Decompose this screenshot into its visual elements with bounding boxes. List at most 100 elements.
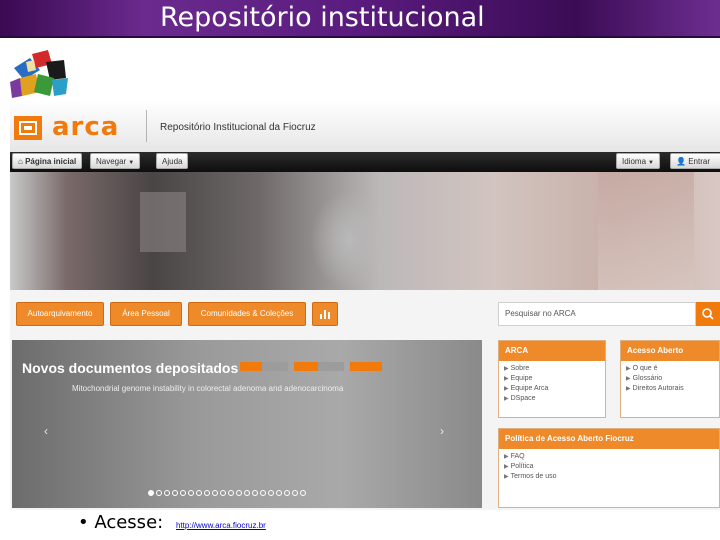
arca-panel-title: ARCA [499, 341, 605, 361]
arca-panel: ARCA ▶ Sobre ▶ Equipe ▶ Equipe Arca ▶ DSpace [498, 340, 606, 418]
arca-link-item[interactable]: ▶ DSpace [504, 394, 605, 404]
cube-collage-logo [10, 50, 68, 98]
slide-title: Repositório institucional [160, 2, 485, 33]
site-header: arca Repositório Institucional da Fiocru… [10, 100, 720, 152]
triangle-right-icon: ▶ [626, 366, 631, 372]
communities-collections-button[interactable]: Comunidades & Coleções [188, 302, 306, 326]
open-access-panel: Acesso Aberto ▶ O que é ▶ Glossário ▶ Direi… [620, 340, 720, 418]
nav-browse-label: Navegar [96, 157, 127, 166]
carousel-dot[interactable] [276, 490, 282, 496]
arca-website-screenshot: arca Repositório Institucional da Fiocru… [10, 100, 720, 510]
triangle-right-icon: ▶ [504, 366, 509, 372]
carousel-dot[interactable] [220, 490, 226, 496]
caret-down-icon: ▼ [128, 160, 135, 166]
carousel-dot[interactable] [300, 490, 306, 496]
search-button[interactable] [696, 302, 720, 326]
chart-icon [320, 310, 330, 319]
carousel-document-title[interactable]: Mitochondrial genome instability in colo… [72, 384, 343, 393]
arca-link-label: Equipe Arca [510, 385, 549, 392]
home-icon: ⌂ [18, 157, 23, 166]
policy-link-item[interactable]: ▶ Termos de uso [504, 472, 719, 482]
search-input[interactable]: Pesquisar no ARCA [498, 302, 696, 326]
policy-link-label: Termos de uso [510, 473, 557, 480]
nav-help-button[interactable]: Ajuda [156, 153, 189, 169]
carousel-dot[interactable] [180, 490, 186, 496]
altmetric-badges [240, 362, 382, 371]
carousel-dot[interactable] [196, 490, 202, 496]
carousel-dot[interactable] [148, 490, 154, 496]
arca-panel-list: ▶ Sobre ▶ Equipe ▶ Equipe Arca ▶ DSpace [499, 364, 605, 404]
arca-link-item[interactable]: ▶ Sobre [504, 364, 605, 374]
arca-url-link[interactable]: http://www.arca.fiocruz.br [176, 521, 266, 530]
carousel-dot[interactable] [284, 490, 290, 496]
triangle-right-icon: ▶ [504, 474, 509, 480]
policy-link-label: FAQ [510, 453, 525, 460]
carousel-title: Novos documentos depositados [22, 360, 239, 376]
nav-login-label: Entrar [688, 157, 710, 166]
nav-browse-button[interactable]: Navegar ▼ [90, 153, 141, 169]
open-access-link-label: Glossário [632, 375, 663, 382]
header-divider [146, 110, 147, 142]
access-bullet-text: • Acesse: [78, 512, 164, 533]
carousel-dot[interactable] [268, 490, 274, 496]
arca-link-label: Sobre [510, 365, 530, 372]
nav-help-label: Ajuda [162, 157, 183, 166]
triangle-right-icon: ▶ [626, 386, 631, 392]
banner-decor [598, 172, 694, 290]
policy-panel-title: Política de Acesso Aberto Fiocruz [499, 429, 719, 449]
open-access-link-label: O que é [632, 365, 658, 372]
open-access-panel-list: ▶ O que é ▶ Glossário ▶ Direitos Autorais [621, 364, 719, 394]
carousel-dot[interactable] [236, 490, 242, 496]
arca-logo-icon [14, 116, 42, 140]
carousel-dot[interactable] [244, 490, 250, 496]
carousel-dot[interactable] [252, 490, 258, 496]
carousel-dot[interactable] [188, 490, 194, 496]
carousel-prev-arrow[interactable]: ‹ [44, 424, 48, 438]
nav-home-label: Página inicial [25, 157, 77, 166]
open-access-link-item[interactable]: ▶ Glossário [626, 374, 719, 384]
open-access-policy-panel: Política de Acesso Aberto Fiocruz ▶ FAQ ▶… [498, 428, 720, 508]
arca-link-label: Equipe [510, 375, 533, 382]
triangle-right-icon: ▶ [504, 454, 509, 460]
new-documents-carousel: Novos documentos depositados Mitochondri… [12, 340, 482, 508]
open-access-link-item[interactable]: ▶ O que é [626, 364, 719, 374]
policy-link-item[interactable]: ▶ Política [504, 462, 719, 472]
carousel-dot[interactable] [260, 490, 266, 496]
carousel-dot[interactable] [228, 490, 234, 496]
site-navbar: ⌂ Página inicial Navegar ▼ Ajuda Idioma ▼ … [10, 152, 720, 172]
triangle-right-icon: ▶ [504, 396, 509, 402]
banner-decor [310, 190, 390, 290]
nav-login-button[interactable]: 👤 Entrar [670, 153, 720, 169]
triangle-right-icon: ▶ [626, 376, 631, 382]
statistics-button[interactable] [312, 302, 338, 326]
open-access-panel-title: Acesso Aberto [621, 341, 719, 361]
caret-down-icon: ▼ [648, 160, 654, 166]
policy-link-item[interactable]: ▶ FAQ [504, 452, 719, 462]
arca-link-item[interactable]: ▶ Equipe Arca [504, 384, 605, 394]
arca-link-item[interactable]: ▶ Equipe [504, 374, 605, 384]
repository-name: Repositório Institucional da Fiocruz [160, 122, 316, 133]
policy-panel-list: ▶ FAQ ▶ Política ▶ Termos de uso [499, 452, 719, 482]
arca-link-label: DSpace [510, 395, 536, 402]
carousel-dot[interactable] [212, 490, 218, 496]
carousel-indicators [148, 483, 308, 496]
nav-language-button[interactable]: Idioma ▼ [616, 153, 660, 169]
slide-title-bar: Repositório institucional [0, 0, 720, 38]
triangle-right-icon: ▶ [504, 464, 509, 470]
nav-home-button[interactable]: ⌂ Página inicial [12, 153, 83, 169]
triangle-right-icon: ▶ [504, 386, 509, 392]
arca-logo-text: arca [52, 112, 120, 142]
carousel-dot[interactable] [164, 490, 170, 496]
carousel-dot[interactable] [172, 490, 178, 496]
self-archive-button[interactable]: Autoarquivamento [16, 302, 104, 326]
banner-decor [140, 192, 186, 252]
open-access-link-label: Direitos Autorais [632, 385, 684, 392]
personal-area-button[interactable]: Área Pessoal [110, 302, 182, 326]
carousel-dot[interactable] [156, 490, 162, 496]
open-access-link-item[interactable]: ▶ Direitos Autorais [626, 384, 719, 394]
carousel-dot[interactable] [204, 490, 210, 496]
triangle-right-icon: ▶ [504, 376, 509, 382]
nav-language-label: Idioma [622, 157, 647, 166]
carousel-next-arrow[interactable]: › [440, 424, 444, 438]
carousel-dot[interactable] [292, 490, 298, 496]
